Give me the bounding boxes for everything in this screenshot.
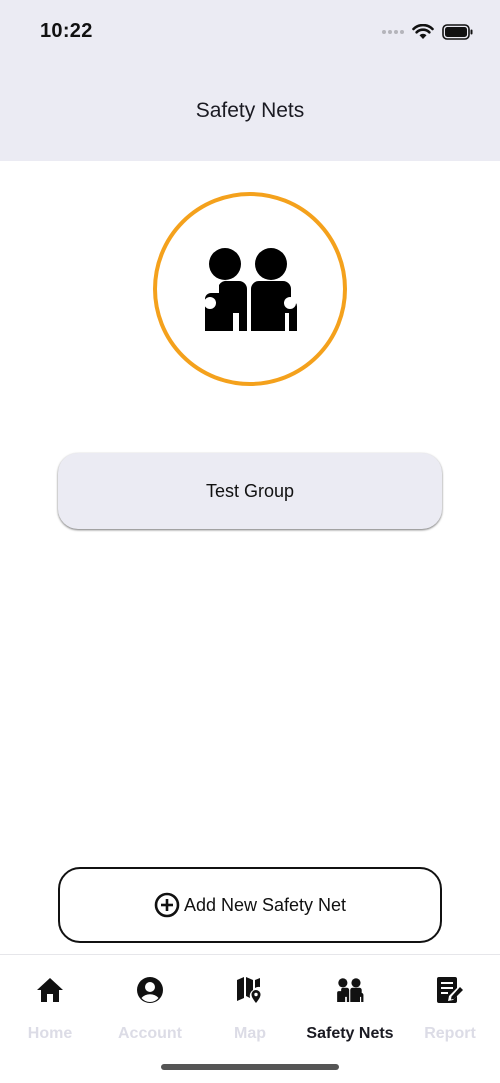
- plus-circle-icon: [154, 892, 180, 918]
- people-group-icon: [204, 248, 298, 331]
- home-indicator[interactable]: [161, 1064, 339, 1070]
- add-button-label: Add New Safety Net: [183, 894, 347, 915]
- tab-safety-nets-label: Safety Nets: [306, 1025, 394, 1042]
- tab-safety-nets[interactable]: Safety Nets: [300, 955, 400, 1055]
- account-icon: [137, 977, 163, 1003]
- status-icons: [382, 22, 474, 42]
- tab-map-label: Map: [234, 1025, 266, 1042]
- status-bar: 10:22: [0, 0, 500, 62]
- tab-report[interactable]: Report: [400, 955, 500, 1055]
- tab-home-label: Home: [27, 1025, 73, 1042]
- tab-report-label: Report: [424, 1025, 476, 1042]
- home-icon: [37, 978, 63, 1002]
- safety-nets-icon: [337, 978, 364, 1002]
- tab-account-label: Account: [118, 1025, 182, 1042]
- add-safety-net-button[interactable]: Add New Safety Net: [58, 867, 442, 943]
- wifi-icon: [412, 24, 434, 39]
- map-icon: [237, 977, 261, 1003]
- tab-home[interactable]: Home: [0, 955, 100, 1055]
- report-icon: [437, 977, 463, 1003]
- group-card-test-group[interactable]: Test Group: [58, 453, 442, 529]
- page-title: Safety Nets: [195, 98, 305, 122]
- header: Safety Nets: [0, 62, 500, 161]
- battery-icon: [442, 24, 473, 40]
- tab-account[interactable]: Account: [100, 955, 200, 1055]
- status-time: 10:22: [40, 20, 93, 42]
- group-name: Test Group: [205, 480, 295, 501]
- signal-dots-icon: [382, 30, 404, 34]
- tab-map[interactable]: Map: [200, 955, 300, 1055]
- safety-net-avatar: [153, 192, 347, 386]
